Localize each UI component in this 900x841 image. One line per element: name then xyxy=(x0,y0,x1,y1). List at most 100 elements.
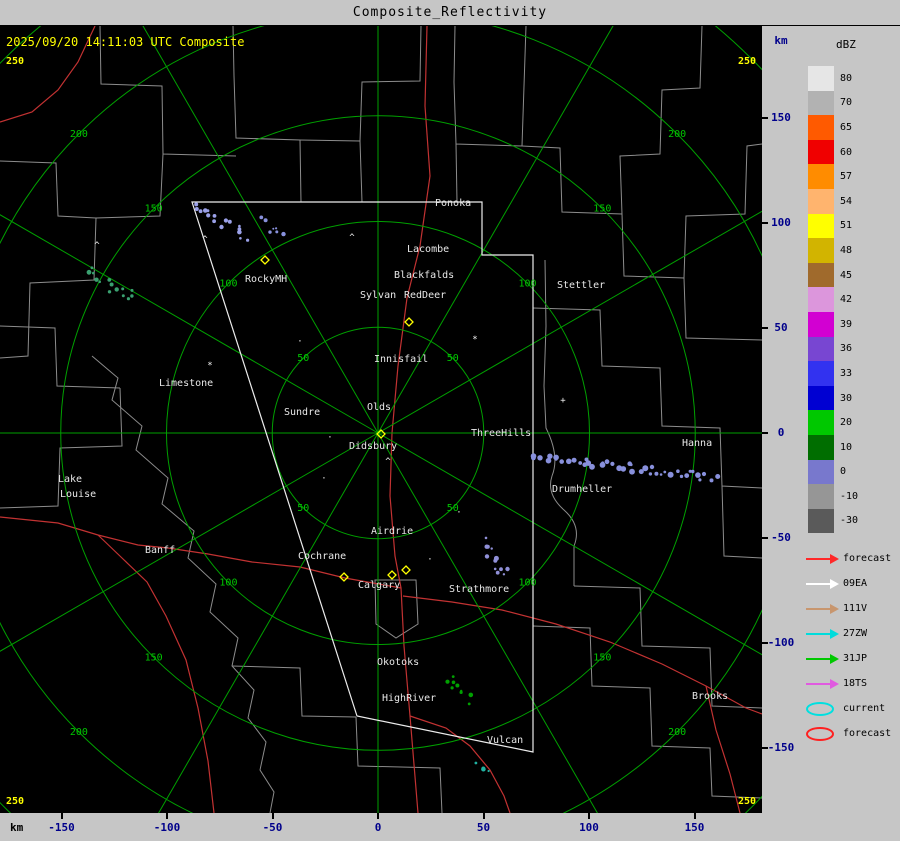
echo-pixel xyxy=(709,478,714,483)
echo-pixel xyxy=(130,294,134,298)
axis-tick-label: 150 xyxy=(684,821,705,834)
radar-echoes xyxy=(86,266,134,301)
legend-item: 27ZW xyxy=(804,621,891,646)
range-label: 200 xyxy=(668,727,686,738)
echo-pixel xyxy=(219,224,224,230)
echo-pixel xyxy=(505,566,510,572)
azimuth-line xyxy=(377,0,629,434)
colorbar-value: 51 xyxy=(840,220,853,232)
echo-pixel xyxy=(629,463,633,467)
track-arrow-icon xyxy=(806,628,839,639)
colorbar-swatch xyxy=(808,311,834,337)
legend-item: forecast xyxy=(804,721,891,746)
colorbar-entry: 51 xyxy=(808,213,858,239)
echo-pixel xyxy=(493,567,497,571)
city-label: Calgary xyxy=(358,580,400,591)
site-diamond-icon xyxy=(404,317,414,327)
city-label: Strathmore xyxy=(449,584,509,595)
range-label: 50 xyxy=(447,353,459,364)
colorbar-title: dBZ xyxy=(836,38,856,51)
city-label: Lacombe xyxy=(407,244,449,255)
colorbar-swatch xyxy=(808,115,834,140)
radar-map-area[interactable]: ^ ^ ^ * * + · · · · ^ · Ponoka Lacombe Blackfalds Sylva… xyxy=(0,0,900,841)
axis-tick-label: -50 xyxy=(771,531,791,544)
radar-map-canvas[interactable]: ^^^**+····^·PonokaLacombeBlackfaldsSylva… xyxy=(0,0,900,841)
echo-pixel xyxy=(695,472,701,478)
axis-tick-mark xyxy=(482,813,485,819)
site-diamond-icon xyxy=(260,255,270,265)
colorbar-entry: 39 xyxy=(808,311,858,337)
echo-pixel xyxy=(467,702,471,706)
track-arrow-icon xyxy=(806,653,839,664)
echo-pixel xyxy=(212,219,217,224)
right-axis-unit: km xyxy=(774,34,788,47)
echo-pixel xyxy=(553,454,559,461)
echo-pixel xyxy=(98,280,101,284)
axis-tick-mark xyxy=(377,813,379,819)
azimuth-line xyxy=(377,432,881,724)
colorbar-value: 70 xyxy=(840,97,853,109)
echo-pixel xyxy=(459,690,463,695)
azimuth-line xyxy=(377,432,615,841)
echo-pixel xyxy=(684,473,690,478)
echo-pixel xyxy=(648,472,653,476)
city-label: HighRiver xyxy=(382,693,436,704)
boundary-line xyxy=(573,585,763,709)
echo-pixel xyxy=(484,536,488,540)
axis-tick-label: 100 xyxy=(579,821,599,834)
colorbar-value: 0 xyxy=(840,466,847,478)
boundary-line xyxy=(521,145,763,341)
echo-pixel xyxy=(451,675,455,678)
station-mark-icon: · xyxy=(327,433,332,443)
echo-pixel xyxy=(239,237,242,240)
echo-pixel xyxy=(259,215,264,220)
echo-pixel xyxy=(676,469,680,474)
colorbar-entry: -30 xyxy=(808,508,859,534)
colorbar-entry: 30 xyxy=(808,385,858,411)
radar-coverage-outline xyxy=(191,201,534,753)
colorbar-swatch xyxy=(808,164,834,189)
axis-tick-label: 50 xyxy=(476,821,491,834)
track-arrow-icon xyxy=(806,603,839,614)
radar-echoes xyxy=(484,536,510,576)
echo-pixel xyxy=(451,680,456,685)
site-diamond-icon xyxy=(401,565,411,575)
colorbar-value: -30 xyxy=(840,515,859,527)
echo-pixel xyxy=(130,288,134,292)
highway-line xyxy=(705,685,741,814)
city-label: Sylvan xyxy=(360,290,396,301)
echo-pixel xyxy=(481,766,486,771)
azimuth-line xyxy=(141,432,379,841)
title-bar: Composite_Reflectivity xyxy=(0,0,900,26)
echo-pixel xyxy=(642,465,649,472)
track-arrow-icon xyxy=(806,553,839,564)
station-mark-icon: ^ xyxy=(349,233,355,243)
station-mark-icon: ^ xyxy=(94,241,100,251)
colorbar-entry: 20 xyxy=(808,410,858,435)
echo-pixel xyxy=(601,461,605,465)
track-ellipse-icon xyxy=(806,726,834,741)
axis-tick-mark xyxy=(693,813,696,819)
colorbar-entry: 65 xyxy=(808,115,858,140)
echo-pixel xyxy=(484,554,490,559)
echo-pixel xyxy=(571,457,577,463)
echo-pixel xyxy=(263,218,268,223)
echo-pixel xyxy=(90,266,94,270)
station-mark-icon: * xyxy=(207,361,212,371)
echo-pixel xyxy=(490,547,493,550)
legend-label: 111V xyxy=(843,603,868,614)
echo-pixel xyxy=(715,474,721,479)
colorbar-swatch xyxy=(808,410,834,435)
legend-label: 31JP xyxy=(843,653,868,664)
echo-pixel xyxy=(654,471,659,476)
station-mark-icon: · xyxy=(321,474,326,484)
city-label: ThreeHills xyxy=(471,428,531,439)
colorbar-value: 60 xyxy=(840,146,853,158)
city-label: Lake xyxy=(58,474,82,485)
city-label: Ponoka xyxy=(435,198,471,209)
echo-pixel xyxy=(246,238,250,242)
range-label: 150 xyxy=(145,204,163,215)
legend-item: 111V xyxy=(804,596,891,621)
corner-range-label: 250 xyxy=(6,796,24,807)
boundary-line xyxy=(0,153,164,359)
